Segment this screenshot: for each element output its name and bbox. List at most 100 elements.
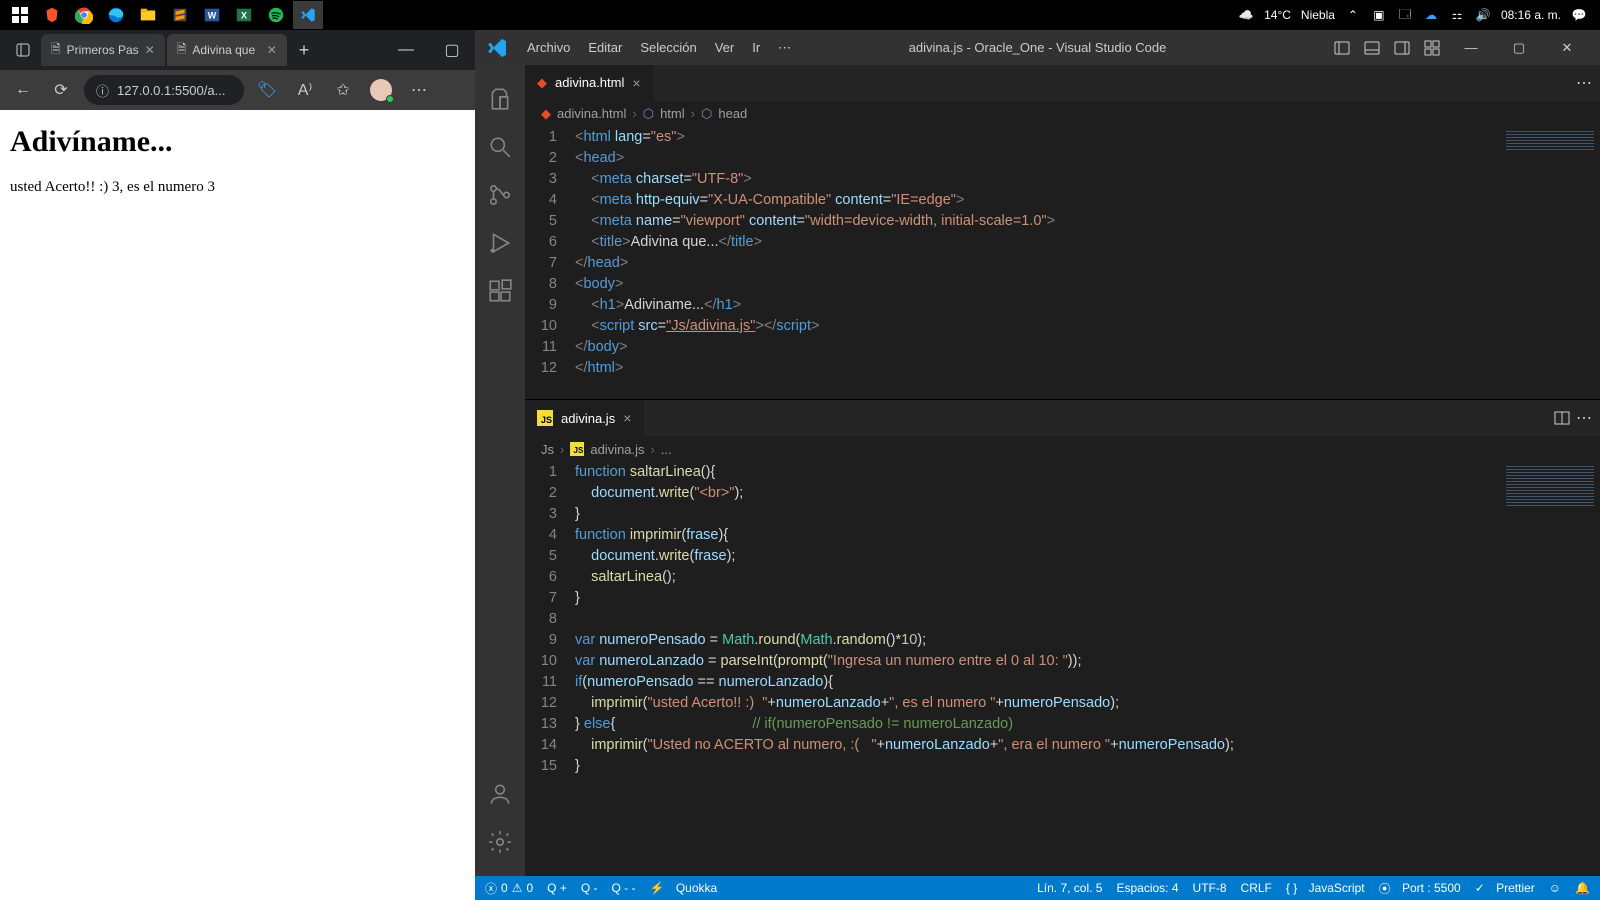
layout-customize-icon[interactable] [1418, 34, 1446, 62]
editor-group-top: ◆ adivina.html × ⋯ ◆ adivina.html › ⬡ [525, 65, 1600, 400]
breadcrumb-top[interactable]: ◆ adivina.html › ⬡ html › ⬡ head [525, 101, 1600, 127]
layout-left-icon[interactable] [1328, 34, 1356, 62]
tab-adivina-html[interactable]: ◆ adivina.html × [525, 65, 654, 101]
brave-icon[interactable] [37, 1, 67, 29]
status-bell-icon[interactable]: 🔔 [1575, 881, 1590, 895]
status-language[interactable]: { } JavaScript [1286, 881, 1365, 895]
svg-text:X: X [241, 11, 247, 21]
close-icon[interactable]: × [632, 75, 640, 91]
new-tab-button[interactable]: + [289, 40, 320, 61]
cloud-tray-icon[interactable]: ☁ [1423, 7, 1439, 23]
tag-icon[interactable]: 🏷 [252, 75, 282, 105]
sound-tray-icon[interactable]: 🔊 [1475, 7, 1491, 23]
spotify-icon[interactable] [261, 1, 291, 29]
address-bar[interactable]: ⓘ 127.0.0.1:5500/a... [84, 75, 244, 105]
html-file-icon: ◆ [537, 75, 547, 91]
bc-more: ... [661, 442, 672, 457]
run-debug-icon[interactable] [476, 219, 524, 267]
svg-text:W: W [208, 11, 217, 21]
menu-editar[interactable]: Editar [580, 36, 630, 60]
tab-actions-button[interactable] [5, 34, 41, 66]
browser-toolbar: ← ⟳ ⓘ 127.0.0.1:5500/a... 🏷 A⁾ ✩ ⋯ [0, 70, 475, 110]
status-quokka[interactable]: ⚡ Quokka [650, 881, 718, 895]
battery-tray-icon[interactable]: 🗔 [1397, 7, 1413, 23]
account-icon[interactable] [476, 770, 524, 818]
split-editor-icon[interactable] [1554, 410, 1570, 426]
status-liveserver[interactable]: ⦿ Port : 5500 [1379, 880, 1461, 897]
breadcrumb-bottom[interactable]: Js › JS adivina.js › ... [525, 436, 1600, 462]
close-button[interactable]: ✕ [1544, 30, 1590, 65]
windows-taskbar: W X ☁️ 14°C Niebla ⌃ ▣ 🗔 ☁ ⚏ 🔊 08:16 a. … [0, 0, 1600, 30]
maximize-button[interactable]: ▢ [1496, 30, 1542, 65]
start-button[interactable] [5, 1, 35, 29]
favorite-icon[interactable]: ✩ [328, 75, 358, 105]
status-eol[interactable]: CRLF [1241, 881, 1272, 895]
vscode-taskbar-icon[interactable] [293, 1, 323, 29]
code-content: function saltarLinea(){ document.write("… [575, 462, 1600, 782]
explorer-icon[interactable] [133, 1, 163, 29]
notification-tray-icon[interactable]: 💬 [1571, 7, 1587, 23]
edge-icon[interactable] [101, 1, 131, 29]
close-icon[interactable]: ✕ [145, 43, 155, 57]
chevron-up-icon[interactable]: ⌃ [1345, 7, 1361, 23]
close-icon[interactable]: × [623, 410, 631, 426]
onedrive-tray-icon[interactable]: ▣ [1371, 7, 1387, 23]
chrome-icon[interactable] [69, 1, 99, 29]
menu-seleccion[interactable]: Selección [632, 36, 704, 60]
weather-temp[interactable]: 14°C [1264, 8, 1291, 22]
menu-more[interactable]: ⋯ [770, 36, 799, 60]
settings-icon[interactable] [476, 818, 524, 866]
menu-archivo[interactable]: Archivo [519, 36, 578, 60]
menu-ir[interactable]: Ir [744, 36, 768, 60]
more-icon[interactable]: ⋯ [1576, 408, 1592, 428]
more-button[interactable]: ⋯ [404, 75, 434, 105]
js-file-icon: JS [570, 442, 584, 456]
minimize-button[interactable]: — [383, 30, 429, 70]
status-ln-col[interactable]: Lín. 7, col. 5 [1037, 881, 1102, 895]
status-qdash[interactable]: Q - - [612, 881, 636, 895]
wifi-tray-icon[interactable]: ⚏ [1449, 7, 1465, 23]
weather-desc[interactable]: Niebla [1301, 8, 1335, 22]
excel-icon[interactable]: X [229, 1, 259, 29]
explorer-icon[interactable] [476, 75, 524, 123]
status-prettier[interactable]: ✓ Prettier [1475, 881, 1535, 895]
layout-bottom-icon[interactable] [1358, 34, 1386, 62]
browser-tab-1[interactable]: 🗎 Primeros Pas ✕ [41, 34, 165, 66]
tab-label: adivina.html [555, 75, 624, 90]
maximize-button[interactable]: ▢ [429, 30, 475, 70]
refresh-button[interactable]: ⟳ [46, 75, 76, 105]
layout-right-icon[interactable] [1388, 34, 1416, 62]
clock[interactable]: 08:16 a. m. [1501, 8, 1561, 22]
status-errors[interactable]: ⓧ0 ⚠0 [485, 880, 533, 897]
browser-tab-2[interactable]: 🗎 Adivina que ✕ [167, 34, 287, 66]
minimap[interactable] [1506, 131, 1594, 151]
profile-icon[interactable] [366, 75, 396, 105]
menu-bar: Archivo Editar Selección Ver Ir ⋯ [519, 36, 799, 60]
status-encoding[interactable]: UTF-8 [1193, 881, 1227, 895]
close-icon[interactable]: ✕ [267, 43, 277, 57]
page-text: usted Acerto!! :) 3, es el numero 3 [10, 179, 465, 196]
bc-html: html [660, 106, 685, 121]
extensions-icon[interactable] [476, 267, 524, 315]
bc-file: adivina.html [557, 106, 626, 121]
minimize-button[interactable]: — [1448, 30, 1494, 65]
source-control-icon[interactable] [476, 171, 524, 219]
status-qplus[interactable]: Q + [547, 881, 567, 895]
tab-adivina-js[interactable]: JS adivina.js × [525, 400, 644, 436]
search-icon[interactable] [476, 123, 524, 171]
minimap[interactable] [1506, 466, 1594, 506]
bc-file: adivina.js [590, 442, 644, 457]
menu-ver[interactable]: Ver [707, 36, 743, 60]
read-aloud-icon[interactable]: A⁾ [290, 75, 320, 105]
code-editor-html[interactable]: 123456789101112 <html lang="es"> <head> … [525, 127, 1600, 399]
back-button[interactable]: ← [8, 75, 38, 105]
status-feedback-icon[interactable]: ☺ [1549, 881, 1561, 895]
sublime-icon[interactable] [165, 1, 195, 29]
browser-viewport: Adivíname... usted Acerto!! :) 3, es el … [0, 110, 475, 900]
code-editor-js[interactable]: 123456789101112131415 function saltarLin… [525, 462, 1600, 782]
weather-icon[interactable]: ☁️ [1238, 7, 1254, 23]
status-spaces[interactable]: Espacios: 4 [1116, 881, 1178, 895]
more-icon[interactable]: ⋯ [1576, 73, 1592, 93]
status-qminus[interactable]: Q - [581, 881, 598, 895]
word-icon[interactable]: W [197, 1, 227, 29]
